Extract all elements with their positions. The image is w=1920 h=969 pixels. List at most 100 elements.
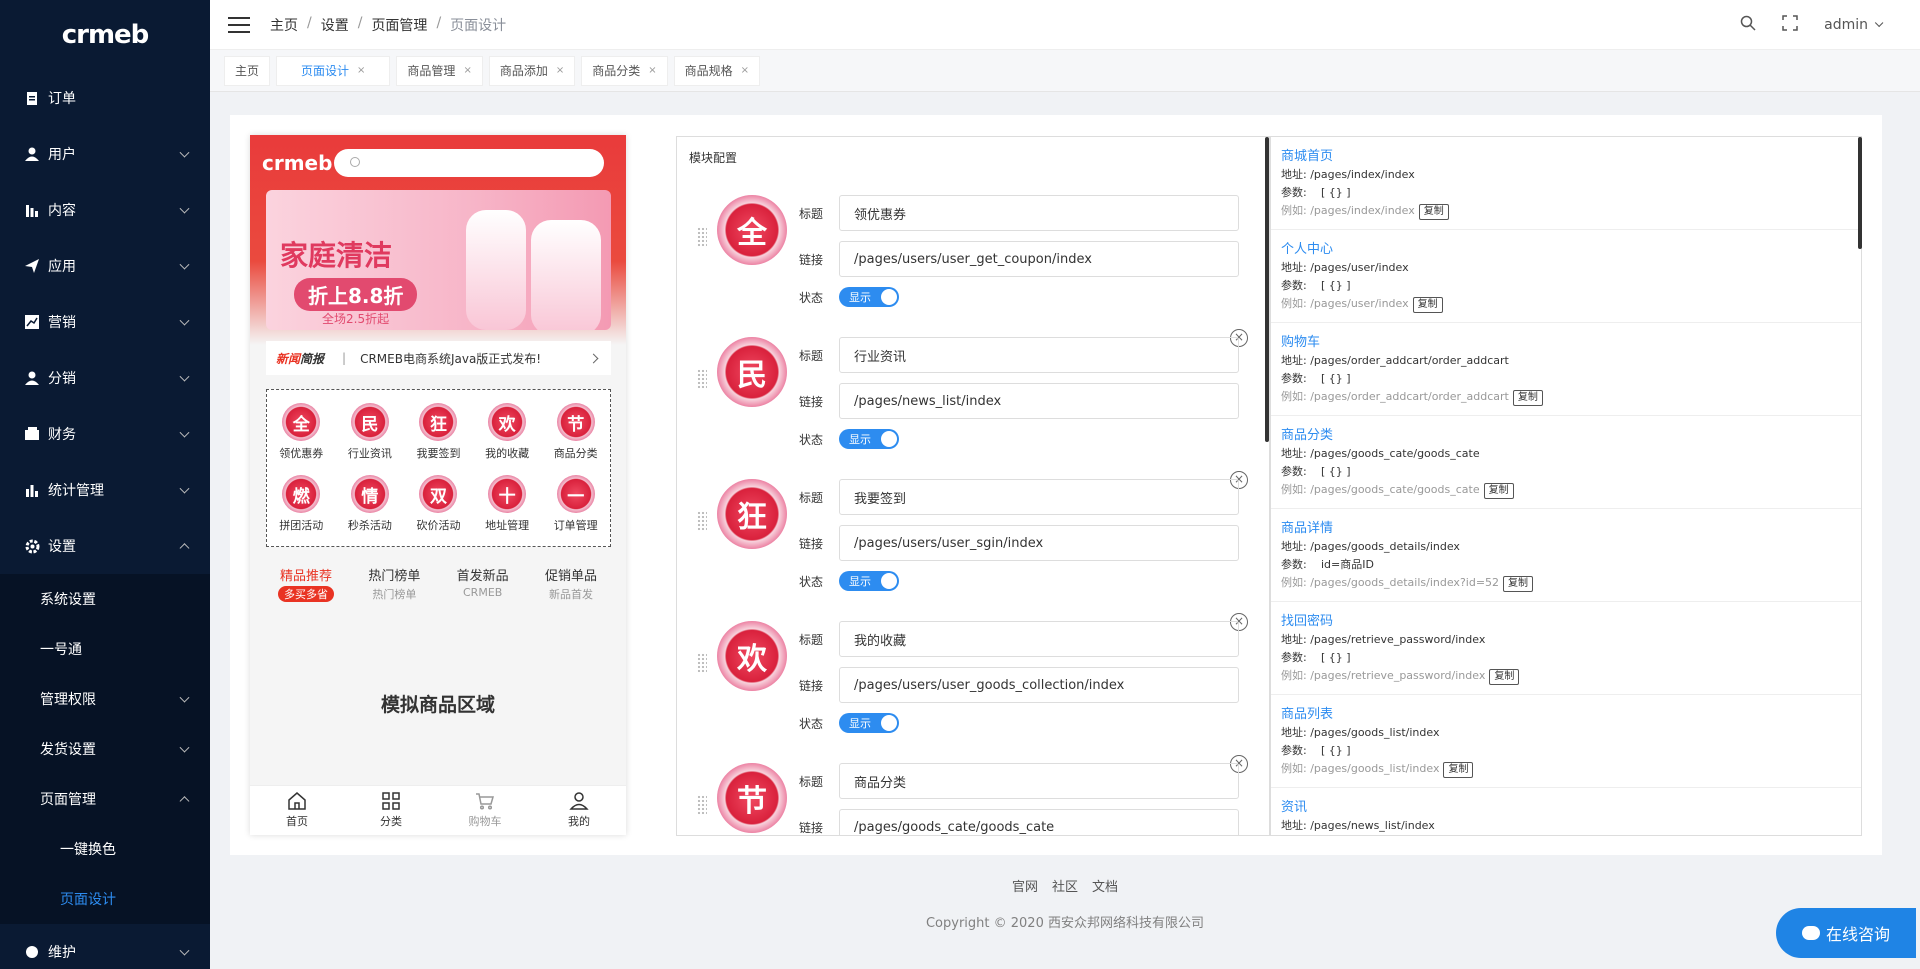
online-consult-button[interactable]: 在线咨询 bbox=[1776, 908, 1916, 958]
sidebar-item-content[interactable]: 内容 bbox=[0, 182, 210, 238]
status-toggle[interactable]: 显示 bbox=[839, 429, 899, 449]
sidebar-item-system-settings[interactable]: 系统设置 bbox=[0, 574, 210, 624]
link-input[interactable]: /pages/goods_cate/goods_cate bbox=[839, 809, 1239, 835]
title-input[interactable]: 领优惠券 bbox=[839, 195, 1239, 231]
nav-cell[interactable]: 欢我的收藏 bbox=[473, 396, 542, 468]
copy-button[interactable]: 复制 bbox=[1512, 390, 1543, 406]
brand-logo[interactable]: crmeb bbox=[0, 0, 210, 70]
link-name[interactable]: 个人中心 bbox=[1281, 240, 1851, 259]
tab-home[interactable]: 主页 bbox=[224, 55, 271, 86]
footer-link-community[interactable]: 社区 bbox=[1052, 876, 1078, 895]
copy-button[interactable]: 复制 bbox=[1483, 483, 1514, 499]
sidebar-item-theme-color[interactable]: 一键换色 bbox=[0, 824, 210, 874]
sidebar-item-permissions[interactable]: 管理权限 bbox=[0, 674, 210, 724]
drag-handle-icon[interactable] bbox=[697, 511, 707, 531]
item-image[interactable]: 民 bbox=[717, 337, 787, 407]
drag-handle-icon[interactable] bbox=[697, 795, 707, 815]
tabbar-mine[interactable]: 我的 bbox=[532, 786, 626, 835]
config-scrollbar[interactable] bbox=[1265, 137, 1269, 442]
hot-item[interactable]: 热门榜单 热门榜单 bbox=[354, 565, 434, 602]
breadcrumb-home[interactable]: 主页 bbox=[270, 15, 298, 35]
nav-icon-grid[interactable]: 全领优惠券 民行业资讯 狂我要签到 欢我的收藏 节商品分类 燃拼团活动 情秒杀活… bbox=[266, 389, 611, 547]
hot-item[interactable]: 首发新品 CRMEB bbox=[443, 565, 523, 602]
item-image[interactable]: 狂 bbox=[717, 479, 787, 549]
close-icon[interactable]: × bbox=[357, 65, 365, 76]
tab-page-design[interactable]: 页面设计 × bbox=[276, 55, 391, 86]
link-input[interactable]: /pages/news_list/index bbox=[839, 383, 1239, 419]
sidebar-item-finance[interactable]: 财务 bbox=[0, 406, 210, 462]
link-input[interactable]: /pages/users/user_sgin/index bbox=[839, 525, 1239, 561]
link-name[interactable]: 商品列表 bbox=[1281, 705, 1851, 724]
sidebar-item-orders[interactable]: 订单 bbox=[0, 70, 210, 126]
tabbar-home[interactable]: 首页 bbox=[250, 786, 344, 835]
hot-item[interactable]: 促销单品 新品首发 bbox=[531, 565, 611, 602]
nav-cell[interactable]: 狂我要签到 bbox=[404, 396, 473, 468]
status-toggle[interactable]: 显示 bbox=[839, 287, 899, 307]
nav-cell[interactable]: 燃拼团活动 bbox=[267, 468, 336, 540]
phone-search-bar[interactable] bbox=[334, 149, 604, 177]
sidebar-item-statistics[interactable]: 统计管理 bbox=[0, 462, 210, 518]
breadcrumb-settings[interactable]: 设置 bbox=[321, 15, 349, 35]
phone-banner[interactable]: 家庭清洁 折上8.8折 全场2.5折起 bbox=[266, 190, 611, 330]
nav-cell[interactable]: 情秒杀活动 bbox=[336, 468, 405, 540]
tab-product-management[interactable]: 商品管理 × bbox=[396, 55, 483, 86]
tabbar-category[interactable]: 分类 bbox=[344, 786, 438, 835]
link-name[interactable]: 商品详情 bbox=[1281, 519, 1851, 538]
copy-button[interactable]: 复制 bbox=[1489, 669, 1520, 685]
sidebar-item-settings[interactable]: 设置 bbox=[0, 518, 210, 574]
nav-cell[interactable]: 全领优惠券 bbox=[267, 396, 336, 468]
status-toggle[interactable]: 显示 bbox=[839, 713, 899, 733]
item-image[interactable]: 全 bbox=[717, 195, 787, 265]
news-ticker[interactable]: 新闻简报 | CRMEB电商系统Java版正式发布! bbox=[266, 341, 611, 375]
link-name[interactable]: 购物车 bbox=[1281, 333, 1851, 352]
fullscreen-icon[interactable] bbox=[1782, 15, 1798, 35]
drag-handle-icon[interactable] bbox=[697, 653, 707, 673]
item-image[interactable]: 欢 bbox=[717, 621, 787, 691]
copy-button[interactable]: 复制 bbox=[1412, 297, 1443, 313]
link-name[interactable]: 商品分类 bbox=[1281, 426, 1851, 445]
drag-handle-icon[interactable] bbox=[697, 369, 707, 389]
link-name[interactable]: 找回密码 bbox=[1281, 612, 1851, 631]
links-scrollbar[interactable] bbox=[1858, 137, 1862, 249]
link-input[interactable]: /pages/users/user_get_coupon/index bbox=[839, 241, 1239, 277]
copy-button[interactable]: 复制 bbox=[1418, 204, 1449, 220]
drag-handle-icon[interactable] bbox=[697, 227, 707, 247]
nav-cell[interactable]: 一订单管理 bbox=[541, 468, 610, 540]
footer-link-official[interactable]: 官网 bbox=[1012, 876, 1038, 895]
search-icon[interactable] bbox=[1740, 15, 1756, 35]
link-name[interactable]: 资讯 bbox=[1281, 798, 1851, 817]
tabbar-cart[interactable]: 购物车 bbox=[438, 786, 532, 835]
tab-product-spec[interactable]: 商品规格 × bbox=[673, 55, 761, 86]
close-icon[interactable]: × bbox=[648, 65, 656, 76]
hot-item[interactable]: 精品推荐 多买多省 bbox=[266, 565, 346, 602]
link-input[interactable]: /pages/users/user_goods_collection/index bbox=[839, 667, 1239, 703]
user-menu[interactable]: admin bbox=[1824, 17, 1884, 33]
nav-cell[interactable]: 节商品分类 bbox=[541, 396, 610, 468]
nav-cell[interactable]: 民行业资讯 bbox=[336, 396, 405, 468]
footer-link-docs[interactable]: 文档 bbox=[1092, 876, 1118, 895]
menu-toggle-icon[interactable] bbox=[228, 16, 250, 33]
close-icon[interactable]: × bbox=[556, 65, 564, 76]
close-icon[interactable]: × bbox=[463, 65, 471, 76]
status-toggle[interactable]: 显示 bbox=[839, 571, 899, 591]
tab-product-add[interactable]: 商品添加 × bbox=[488, 55, 576, 86]
title-input[interactable]: 商品分类 bbox=[839, 763, 1239, 799]
sidebar-item-distribution[interactable]: 分销 bbox=[0, 350, 210, 406]
sidebar-item-shipping[interactable]: 发货设置 bbox=[0, 724, 210, 774]
copy-button[interactable]: 复制 bbox=[1503, 576, 1534, 592]
sidebar-item-yihaotong[interactable]: 一号通 bbox=[0, 624, 210, 674]
copy-button[interactable]: 复制 bbox=[1443, 762, 1474, 778]
sidebar-item-users[interactable]: 用户 bbox=[0, 126, 210, 182]
breadcrumb-page-management[interactable]: 页面管理 bbox=[371, 15, 427, 35]
nav-cell[interactable]: 十地址管理 bbox=[473, 468, 542, 540]
close-icon[interactable]: × bbox=[741, 65, 749, 76]
title-input[interactable]: 我的收藏 bbox=[839, 621, 1239, 657]
sidebar-item-page-management[interactable]: 页面管理 bbox=[0, 774, 210, 824]
nav-cell[interactable]: 双砍价活动 bbox=[404, 468, 473, 540]
item-image[interactable]: 节 bbox=[717, 763, 787, 833]
sidebar-item-marketing[interactable]: 营销 bbox=[0, 294, 210, 350]
title-input[interactable]: 我要签到 bbox=[839, 479, 1239, 515]
tab-product-category[interactable]: 商品分类 × bbox=[581, 55, 668, 86]
sidebar-item-apps[interactable]: 应用 bbox=[0, 238, 210, 294]
title-input[interactable]: 行业资讯 bbox=[839, 337, 1239, 373]
